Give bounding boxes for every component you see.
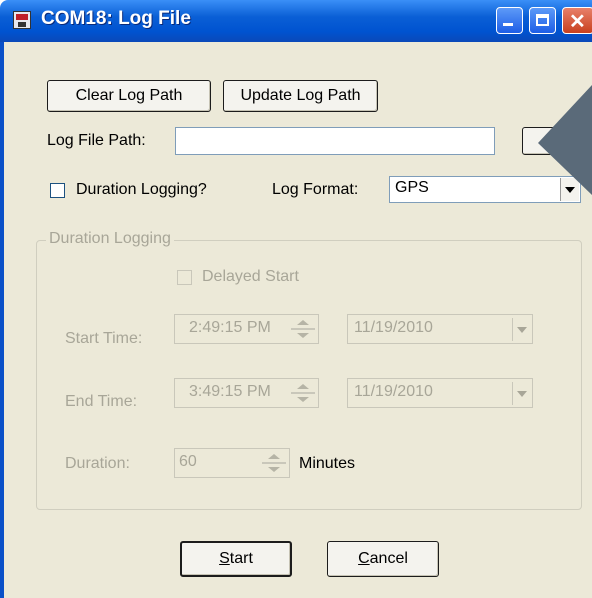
start-time-value: 2:49:15 PM	[189, 319, 271, 336]
end-time-input[interactable]: 3:49:15 PM	[174, 378, 319, 408]
duration-value: 60	[179, 453, 197, 470]
duration-logging-label: Duration Logging?	[76, 181, 207, 198]
duration-logging-group-legend: Duration Logging	[46, 230, 174, 248]
start-time-input[interactable]: 2:49:15 PM	[174, 314, 319, 344]
log-format-label: Log Format:	[272, 181, 359, 198]
end-time-value: 3:49:15 PM	[189, 383, 271, 400]
log-file-window: COM18: Log File ✕ Clear Log Path Update …	[0, 0, 592, 598]
log-file-path-label: Log File Path:	[47, 132, 146, 149]
start-button-mnemonic: S	[219, 550, 230, 567]
duration-unit-label: Minutes	[299, 455, 356, 472]
maximize-button[interactable]	[529, 7, 556, 34]
minimize-icon	[503, 23, 513, 26]
duration-input[interactable]: 60	[174, 448, 290, 478]
end-date-value: 11/19/2010	[354, 383, 433, 400]
delayed-start-checkbox[interactable]	[177, 270, 192, 285]
window-title: COM18: Log File	[41, 8, 191, 29]
chevron-down-icon[interactable]	[512, 382, 531, 405]
log-file-path-input[interactable]	[175, 127, 495, 155]
spinner-icon[interactable]	[289, 316, 317, 342]
start-button-label: tart	[229, 550, 253, 567]
update-log-path-button[interactable]: Update Log Path	[223, 80, 378, 112]
duration-logging-checkbox[interactable]	[50, 183, 65, 198]
end-time-label: End Time:	[65, 393, 138, 410]
spinner-icon[interactable]	[260, 450, 288, 476]
close-button[interactable]: ✕	[562, 7, 592, 34]
start-time-label: Start Time:	[65, 330, 143, 347]
cancel-button-label: ancel	[369, 550, 408, 567]
cancel-button-mnemonic: C	[358, 550, 370, 567]
log-format-value: GPS	[395, 179, 429, 196]
title-bar[interactable]: COM18: Log File ✕	[0, 0, 592, 42]
app-icon	[13, 11, 31, 29]
minimize-button[interactable]	[496, 7, 523, 34]
chevron-down-icon[interactable]	[512, 318, 531, 341]
close-icon: ✕	[569, 11, 586, 33]
start-button[interactable]: Start	[180, 541, 292, 577]
delayed-start-label: Delayed Start	[202, 268, 299, 285]
start-date-value: 11/19/2010	[354, 319, 433, 336]
cancel-button[interactable]: Cancel	[327, 541, 439, 577]
pointer-arrow-overlay	[538, 85, 592, 195]
start-date-picker[interactable]: 11/19/2010	[347, 314, 533, 344]
maximize-icon	[536, 14, 549, 26]
clear-log-path-button[interactable]: Clear Log Path	[47, 80, 211, 112]
end-date-picker[interactable]: 11/19/2010	[347, 378, 533, 408]
duration-label: Duration:	[65, 455, 130, 472]
arrow-shape	[538, 85, 592, 195]
spinner-icon[interactable]	[289, 380, 317, 406]
